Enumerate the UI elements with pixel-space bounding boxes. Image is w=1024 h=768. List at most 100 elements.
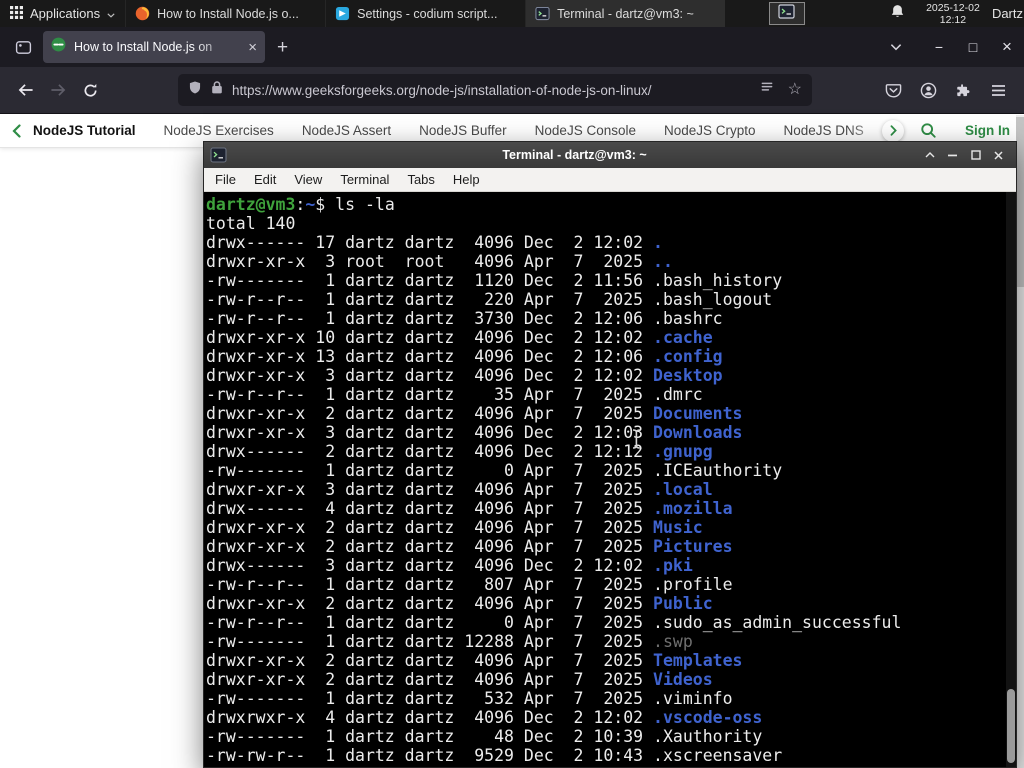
site-nav-item[interactable]: NodeJS Assert <box>302 123 391 138</box>
terminal-screen[interactable]: dartz@vm3:~$ ls -la total 140 drwx------… <box>204 192 1016 767</box>
shade-button[interactable] <box>918 142 941 168</box>
file-name: .bashrc <box>653 309 723 328</box>
geeksforgeeks-favicon <box>51 37 66 57</box>
file-name: Pictures <box>653 537 733 556</box>
terminal-scrollbar[interactable] <box>1006 192 1016 767</box>
terminal-title-bar[interactable]: Terminal - dartz@vm3: ~ <box>204 142 1016 168</box>
firefox-view-button[interactable] <box>10 34 37 61</box>
forward-button[interactable] <box>42 74 74 106</box>
file-name: .pki <box>653 556 693 575</box>
pocket-icon[interactable] <box>878 75 908 105</box>
account-icon[interactable] <box>913 75 943 105</box>
nav-scroll-left-button[interactable] <box>12 123 21 138</box>
terminal-window-title: Terminal - dartz@vm3: ~ <box>502 148 647 162</box>
toolbar-right-icons <box>878 75 1018 105</box>
file-name: .. <box>653 252 673 271</box>
extensions-icon[interactable] <box>948 75 978 105</box>
firefox-tab-bar: How to Install Node.js on × + − □ × <box>0 27 1024 67</box>
terminal-maximize-button[interactable] <box>964 142 987 168</box>
terminal-scrollbar-handle[interactable] <box>1007 689 1015 763</box>
url-text: https://www.geeksforgeeks.org/node-js/in… <box>232 82 652 98</box>
nav-scroll-right-button[interactable] <box>882 119 904 142</box>
tracking-shield-icon[interactable] <box>188 80 202 100</box>
file-name: Videos <box>653 670 713 689</box>
panel-task-terminal[interactable]: Terminal - dartz@vm3: ~ <box>525 0 726 27</box>
terminal-icon <box>535 6 550 21</box>
back-button[interactable] <box>10 74 42 106</box>
close-button[interactable]: × <box>990 27 1024 67</box>
minimize-button[interactable]: − <box>922 27 956 67</box>
maximize-button[interactable]: □ <box>956 27 990 67</box>
site-nav-item[interactable]: NodeJS Buffer <box>419 123 507 138</box>
file-name: .xscreensaver <box>653 746 783 765</box>
bookmark-star-icon[interactable]: ☆ <box>788 82 802 98</box>
panel-task-firefox[interactable]: How to Install Node.js o... <box>125 0 325 27</box>
new-tab-button[interactable]: + <box>277 38 288 57</box>
file-name: .ICEauthority <box>653 461 783 480</box>
browser-scrollbar[interactable] <box>1016 115 1024 768</box>
site-nav-item[interactable]: NodeJS Exercises <box>164 123 274 138</box>
terminal-menu-tabs[interactable]: Tabs <box>398 168 443 191</box>
panel-user-label: Dartz <box>991 6 1023 21</box>
firefox-toolbar: https://www.geeksforgeeks.org/node-js/in… <box>0 67 1024 114</box>
url-bar[interactable]: https://www.geeksforgeeks.org/node-js/in… <box>178 74 812 106</box>
file-name: .cache <box>653 328 713 347</box>
applications-label: Applications <box>30 6 101 21</box>
prompt-cwd: ~ <box>305 195 316 214</box>
terminal-window-controls <box>918 142 1010 168</box>
file-name: Documents <box>653 404 743 423</box>
chevron-down-icon <box>107 6 115 21</box>
applications-grid-icon <box>10 5 23 22</box>
firefox-icon <box>135 6 150 21</box>
file-name: .Xauthority <box>653 727 763 746</box>
panel-clock[interactable]: 2025-12-02 12:12 <box>920 2 986 26</box>
desktop: Applications How to Install Node.js o...… <box>0 0 1024 768</box>
browser-scrollbar-handle[interactable] <box>1016 117 1024 287</box>
file-name: Desktop <box>653 366 723 385</box>
tray-terminal-button[interactable] <box>768 2 805 25</box>
terminal-menu-bar: File Edit View Terminal Tabs Help <box>204 168 1016 192</box>
file-name: .viminfo <box>653 689 733 708</box>
file-name: . <box>653 233 663 252</box>
file-name: .mozilla <box>653 499 733 518</box>
task-label: Terminal - dartz@vm3: ~ <box>557 6 694 21</box>
file-name: .bash_history <box>653 271 783 290</box>
site-nav-item[interactable]: NodeJS Console <box>535 123 636 138</box>
panel-task-buttons: How to Install Node.js o... Settings - co… <box>125 0 726 27</box>
reload-button[interactable] <box>74 74 106 106</box>
applications-menu-button[interactable]: Applications <box>0 0 125 27</box>
terminal-window: Terminal - dartz@vm3: ~ File Edit View Term… <box>203 141 1017 768</box>
menu-icon[interactable] <box>983 75 1013 105</box>
prompt-user-host: dartz@vm3 <box>206 195 296 214</box>
clock-date: 2025-12-02 <box>926 1 980 14</box>
terminal-minimize-button[interactable] <box>941 142 964 168</box>
search-icon[interactable] <box>920 122 937 139</box>
tray-terminal-icon <box>778 3 796 24</box>
lock-icon[interactable] <box>211 80 223 100</box>
mouse-ibeam-cursor <box>630 428 644 455</box>
sign-in-button[interactable]: Sign In <box>965 123 1010 138</box>
browser-tab[interactable]: How to Install Node.js on × <box>43 31 265 63</box>
terminal-menu-help[interactable]: Help <box>444 168 489 191</box>
file-name: .dmrc <box>653 385 703 404</box>
file-name: .vscode-oss <box>653 708 763 727</box>
prompt-command: ls -la <box>335 195 395 214</box>
terminal-menu-terminal[interactable]: Terminal <box>331 168 398 191</box>
terminal-menu-view[interactable]: View <box>285 168 331 191</box>
tab-close-icon[interactable]: × <box>248 40 257 55</box>
notifications-button[interactable] <box>889 3 906 25</box>
file-name: .bash_logout <box>653 290 773 309</box>
task-label: How to Install Node.js o... <box>157 6 299 21</box>
site-nav-item[interactable]: NodeJS Crypto <box>664 123 756 138</box>
terminal-menu-file[interactable]: File <box>206 168 245 191</box>
terminal-output[interactable]: dartz@vm3:~$ ls -la total 140 drwx------… <box>204 192 1016 765</box>
firefox-window-controls: − □ × <box>922 27 1024 67</box>
terminal-menu-edit[interactable]: Edit <box>245 168 285 191</box>
list-all-tabs-button[interactable] <box>884 37 908 57</box>
file-name: Music <box>653 518 703 537</box>
terminal-close-button[interactable] <box>987 142 1010 168</box>
reader-mode-icon[interactable] <box>760 81 774 99</box>
codium-icon <box>335 6 350 21</box>
panel-task-codium[interactable]: Settings - codium script... <box>325 0 525 27</box>
site-nav-item[interactable]: NodeJS Tutorial <box>33 123 136 138</box>
